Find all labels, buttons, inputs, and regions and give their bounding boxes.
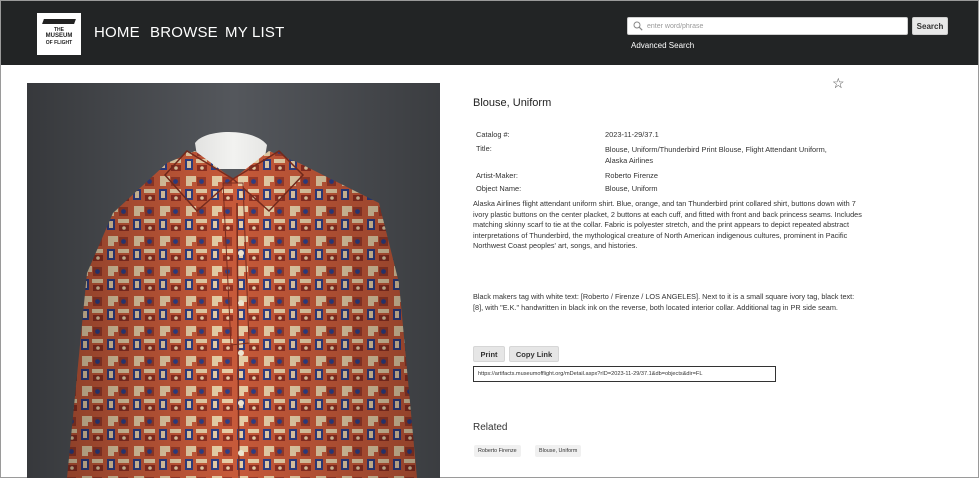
artifact-photo: [27, 83, 440, 478]
field-label-catalog: Catalog #:: [476, 130, 510, 139]
field-value-catalog: 2023-11-29/37.1: [605, 130, 659, 139]
object-title: Blouse, Uniform: [473, 97, 552, 109]
nav-browse[interactable]: BROWSE: [150, 24, 218, 44]
permalink-field[interactable]: [473, 366, 776, 382]
description-paragraph: Alaska Airlines flight attendant uniform…: [473, 199, 862, 251]
search-box: [627, 17, 908, 35]
star-outline-icon[interactable]: ☆: [832, 75, 845, 92]
field-value-object-name[interactable]: Blouse, Uniform: [605, 184, 845, 193]
related-heading: Related: [473, 422, 508, 433]
logo-text-line: OF FLIGHT: [45, 40, 73, 46]
field-value-title: Blouse, Uniform/Thunderbird Print Blouse…: [605, 145, 827, 165]
nav-home[interactable]: HOME: [94, 24, 140, 44]
copy-link-button[interactable]: Copy Link: [509, 346, 559, 362]
museum-logo[interactable]: THE MUSEUM OF FLIGHT: [37, 13, 81, 55]
advanced-search-link[interactable]: Advanced Search: [631, 41, 694, 50]
logo-wing-icon: [42, 19, 76, 24]
nav-my-list[interactable]: MY LIST: [225, 24, 284, 44]
print-button[interactable]: Print: [473, 346, 505, 362]
related-tag[interactable]: Roberto Firenze: [474, 445, 521, 457]
field-value-artist-maker[interactable]: Roberto Firenze: [605, 171, 845, 180]
related-tag[interactable]: Blouse, Uniform: [535, 445, 582, 457]
search-button[interactable]: Search: [912, 17, 948, 35]
description-paragraph: Black makers tag with white text: [Rober…: [473, 292, 855, 312]
field-label-object-name: Object Name:: [476, 184, 522, 193]
logo-text-line: MUSEUM: [45, 33, 73, 39]
field-label-title: Title:: [476, 144, 492, 153]
search-input[interactable]: [647, 19, 902, 33]
field-label-artist-maker: Artist-Maker:: [476, 171, 518, 180]
search-icon: [633, 21, 643, 31]
